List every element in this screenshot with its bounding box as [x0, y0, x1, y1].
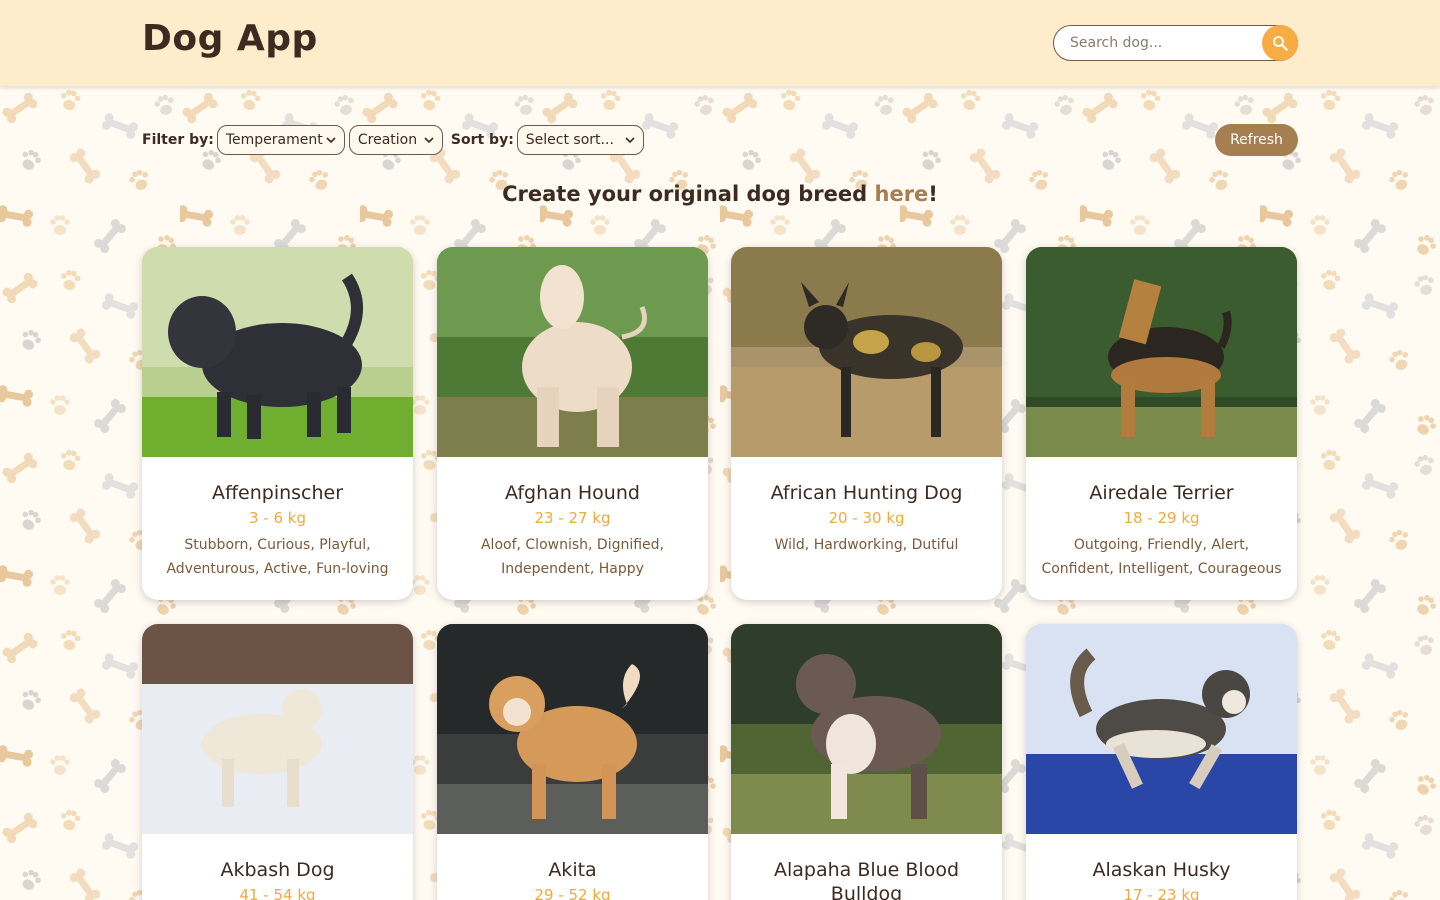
chevron-down-icon	[625, 137, 635, 144]
dog-card[interactable]: Akbash Dog 41 - 54 kg	[142, 624, 413, 900]
dog-card[interactable]: Airedale Terrier 18 - 29 kg Outgoing, Fr…	[1026, 247, 1297, 600]
cta-suffix: !	[928, 182, 938, 206]
dog-weight: 18 - 29 kg	[1123, 509, 1200, 527]
dog-weight: 23 - 27 kg	[534, 509, 611, 527]
sort-select[interactable]: Select sort...	[516, 125, 644, 155]
temperament-select-value: Temperament	[225, 132, 323, 148]
dog-photo	[1026, 247, 1297, 457]
refresh-button[interactable]: Refresh	[1215, 124, 1298, 156]
dog-card[interactable]: African Hunting Dog 20 - 30 kg Wild, Har…	[731, 247, 1002, 600]
dog-name: Afghan Hound	[505, 482, 640, 504]
dog-name: Airedale Terrier	[1089, 482, 1234, 504]
filter-label: Filter by:	[142, 132, 214, 148]
filter-sort-toolbar: Filter by: Temperament Creation Sort by:…	[142, 124, 1298, 156]
create-breed-cta: Create your original dog breed here!	[0, 182, 1440, 206]
dog-card[interactable]: Afghan Hound 23 - 27 kg Aloof, Clownish,…	[437, 247, 708, 600]
search-button[interactable]	[1262, 25, 1298, 61]
dog-name: Akita	[548, 859, 597, 881]
dog-card[interactable]: Akita 29 - 52 kg	[437, 624, 708, 900]
dog-name: Alaskan Husky	[1092, 859, 1231, 881]
temperament-select[interactable]: Temperament	[216, 125, 345, 155]
dog-photo	[437, 624, 708, 834]
creation-select[interactable]: Creation	[348, 125, 443, 155]
search-icon	[1273, 36, 1288, 51]
dog-photo	[437, 247, 708, 457]
dog-temperament: Wild, Hardworking, Dutiful	[774, 537, 959, 553]
dog-weight: 3 - 6 kg	[248, 509, 306, 527]
dog-photo	[731, 624, 1002, 834]
dog-name: Alapaha Blue Blood Bulldog	[773, 859, 960, 900]
chevron-down-icon	[424, 137, 434, 144]
dog-card[interactable]: Alapaha Blue Blood Bulldog	[731, 624, 1002, 900]
dog-weight: 41 - 54 kg	[239, 886, 316, 900]
dog-name: Affenpinscher	[211, 482, 344, 504]
dog-card[interactable]: Affenpinscher 3 - 6 kg Stubborn, Curious…	[142, 247, 413, 600]
search-bar	[1053, 25, 1298, 61]
dog-temperament: Outgoing, Friendly, Alert, Confident, In…	[1041, 537, 1282, 577]
app-header: Dog App	[0, 0, 1440, 86]
dog-photo	[142, 624, 413, 834]
dog-temperament: Aloof, Clownish, Dignified, Independent,…	[480, 537, 665, 577]
dog-photo	[142, 247, 413, 457]
dog-temperament: Stubborn, Curious, Playful, Adventurous,…	[166, 537, 389, 577]
dog-name: Akbash Dog	[220, 859, 335, 881]
dog-photo	[731, 247, 1002, 457]
dog-weight: 17 - 23 kg	[1123, 886, 1200, 900]
dog-weight: 20 - 30 kg	[828, 509, 905, 527]
dog-name: African Hunting Dog	[770, 482, 963, 504]
cta-prefix: Create your original dog breed	[502, 182, 875, 206]
dog-card[interactable]: Alaskan Husky 17 - 23 kg	[1026, 624, 1297, 900]
app-title[interactable]: Dog App	[142, 18, 318, 59]
create-breed-link[interactable]: here	[875, 182, 929, 206]
sort-select-value: Select sort...	[525, 132, 614, 148]
creation-select-value: Creation	[357, 132, 418, 148]
sort-label: Sort by:	[450, 132, 514, 148]
dog-photo	[1026, 624, 1297, 834]
dog-weight: 29 - 52 kg	[534, 886, 611, 900]
chevron-down-icon	[326, 137, 336, 144]
